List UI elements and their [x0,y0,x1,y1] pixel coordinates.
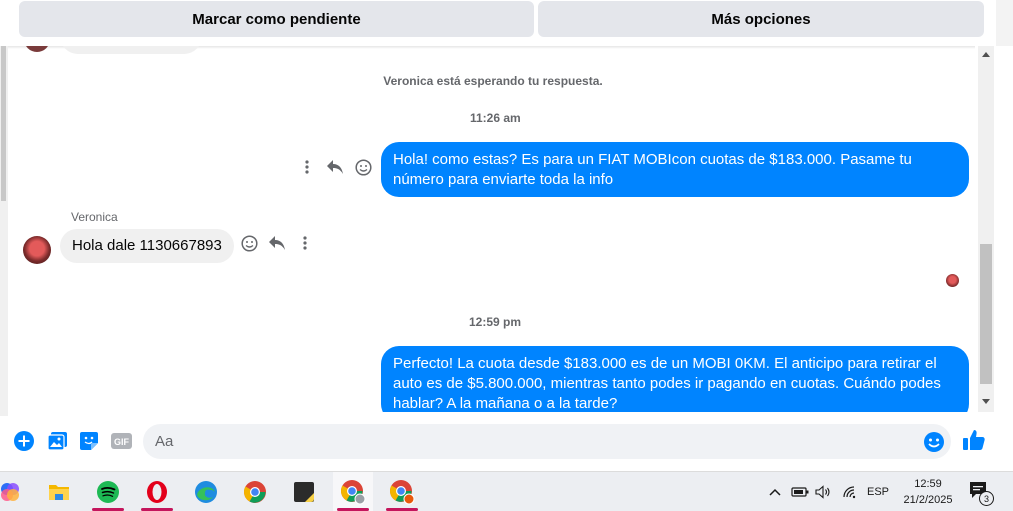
message-actions [298,158,372,176]
seen-indicator-avatar [946,274,959,287]
reply-icon[interactable] [268,234,286,252]
sticky-notes-icon[interactable] [284,472,324,511]
chrome-profile-icon[interactable] [333,472,373,511]
waiting-note: Veronica está esperando tu respuesta. [383,74,603,88]
previous-message-bubble [60,46,202,54]
chrome-profile-2-icon[interactable] [382,472,422,511]
scroll-thumb[interactable] [980,244,992,384]
more-options-button[interactable]: Más opciones [538,1,984,37]
show-hidden-icons-icon[interactable] [768,472,782,511]
chrome-icon[interactable] [235,472,275,511]
system-clock[interactable]: 12:59 21/2/2025 [893,476,963,508]
react-emoji-icon[interactable] [354,158,372,176]
edge-icon[interactable] [186,472,226,511]
avatar [24,46,50,52]
spotify-icon[interactable] [88,472,128,511]
avatar[interactable] [23,236,51,264]
message-actions [240,234,314,252]
clock-time: 12:59 [914,478,942,490]
more-vertical-icon[interactable] [298,158,316,176]
wifi-icon[interactable] [842,472,858,511]
chat-scrollbar[interactable] [978,46,994,412]
volume-icon[interactable] [815,472,831,511]
left-scroll-thumb[interactable] [1,46,6,201]
taskbar: ESP 12:59 21/2/2025 3 [0,471,1013,511]
message-list: Veronica está esperando tu respuesta. 11… [8,46,975,412]
more-vertical-icon[interactable] [296,234,314,252]
timestamp: 11:26 am [470,111,521,125]
emoji-icon[interactable] [923,431,945,453]
window-edge [994,46,1013,466]
sticker-icon[interactable] [78,430,100,452]
scroll-up-arrow-icon[interactable] [982,52,990,57]
opera-icon[interactable] [137,472,177,511]
outgoing-message[interactable]: Hola! como estas? Es para un FIAT MOBIco… [381,142,969,197]
input-language[interactable]: ESP [867,472,889,511]
message-input[interactable] [155,424,915,459]
scroll-down-arrow-icon[interactable] [982,399,990,404]
copilot-icon[interactable] [0,472,30,511]
image-icon[interactable] [46,430,68,452]
file-explorer-icon[interactable] [39,472,79,511]
conversation-toolbar: Marcar como pendiente Más opciones [0,0,1013,46]
message-composer: GIF [0,416,995,466]
window-edge [996,0,1013,46]
battery-icon[interactable] [791,472,809,511]
reply-icon[interactable] [326,158,344,176]
timestamp: 12:59 pm [469,315,522,329]
gif-icon[interactable]: GIF [110,430,132,452]
svg-text:GIF: GIF [114,437,130,447]
notification-count-badge: 3 [979,491,994,506]
mark-pending-button[interactable]: Marcar como pendiente [19,1,534,37]
plus-icon[interactable] [13,430,35,452]
outgoing-message[interactable]: Perfecto! La cuota desde $183.000 es de … [381,346,969,412]
thumbs-up-icon[interactable] [962,428,986,452]
sender-name: Veronica [71,210,118,224]
message-input-container [143,424,951,459]
incoming-message[interactable]: Hola dale 1130667893 [60,229,234,263]
clock-date: 21/2/2025 [903,494,953,506]
react-emoji-icon[interactable] [240,234,258,252]
left-scrollbar[interactable] [0,46,8,466]
